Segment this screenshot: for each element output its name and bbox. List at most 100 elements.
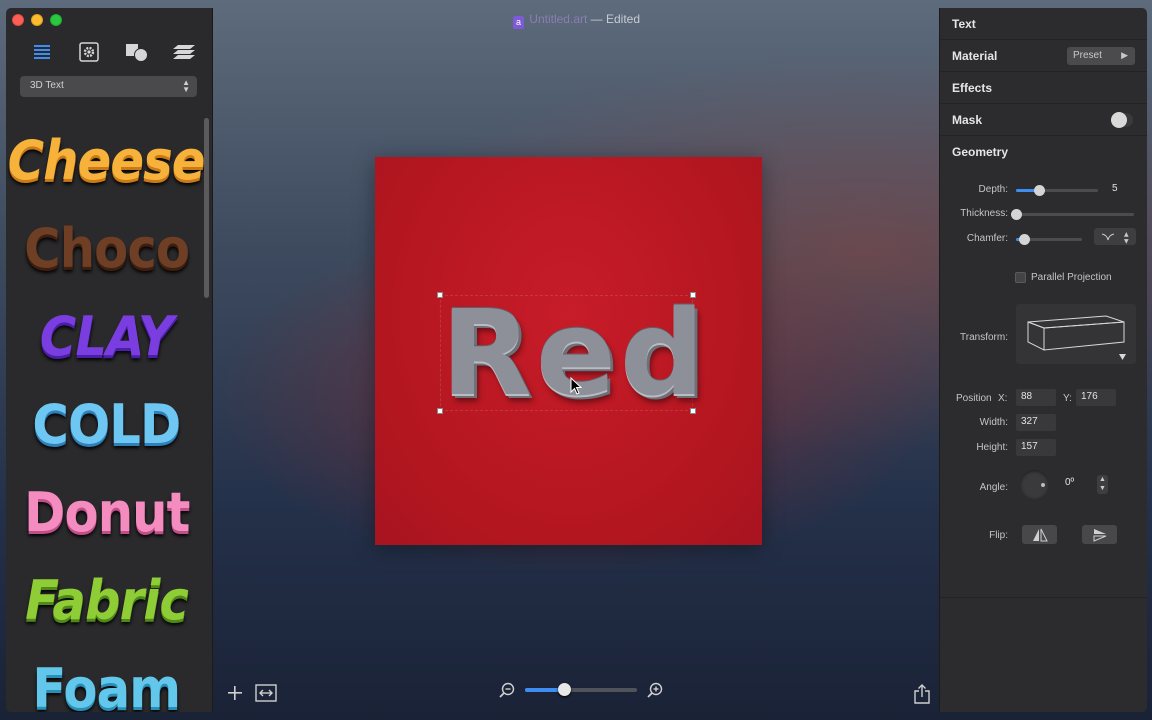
position-x-field[interactable]: 88 [1016,389,1056,406]
svg-text:▼: ▼ [1124,238,1129,245]
style-item-choco[interactable]: Choco [14,204,199,292]
list-icon [34,45,50,59]
flip-vertical-icon [1093,528,1106,542]
mouse-pointer-icon [570,377,582,395]
chamfer-slider-knob[interactable] [1018,234,1030,245]
section-text[interactable]: Text [940,8,1147,40]
window-controls [12,14,62,26]
flip-horizontal-button[interactable] [1022,525,1057,544]
x-label: X: [998,393,1008,404]
flip-label: Flip: [989,530,1008,541]
style-label: COLD [32,392,182,456]
close-window-button[interactable] [12,14,24,26]
section-material-label: Material [952,49,998,63]
depth-value: 5 [1112,183,1118,194]
zoom-out-icon[interactable] [499,682,515,698]
zoom-slider[interactable] [525,683,637,696]
section-geometry[interactable]: Geometry [940,136,1147,168]
angle-label: Angle: [979,482,1008,493]
resize-handle-top-left[interactable] [437,292,443,298]
section-mask[interactable]: Mask [940,104,1147,136]
height-field[interactable]: 157 [1016,439,1056,456]
zoom-slider-knob[interactable] [558,683,572,696]
zoom-control [499,682,663,698]
list-view-button[interactable] [28,40,56,64]
depth-label: Depth: [978,184,1008,195]
flip-vertical-button[interactable] [1082,525,1117,544]
style-label: Fabric [25,568,189,632]
shapes-icon [125,44,148,62]
y-label: Y: [1063,393,1072,404]
angle-field[interactable]: 0º [1060,475,1096,492]
toggle-knob [1111,112,1127,128]
style-label: CLAY [39,304,174,368]
position-label: Position [956,393,992,404]
canvas-bottom-tools [227,684,277,702]
preset-button-label: Preset [1073,50,1102,61]
style-category-value: 3D Text [30,80,64,91]
add-icon[interactable] [227,685,243,701]
preset-button[interactable]: Preset ▶ [1067,47,1135,65]
thickness-slider-knob[interactable] [1011,209,1022,220]
section-mask-label: Mask [952,113,983,127]
section-material[interactable]: Material Preset ▶ [940,40,1147,72]
3d-box-icon [1027,315,1126,360]
text-object[interactable]: Red [437,284,704,422]
style-item-donut[interactable]: Donut [14,468,199,556]
inspector-panel: Text Material Preset ▶ Effects Mask Geom… [939,8,1147,712]
style-category-select[interactable]: 3D Text ▲ ▼ [20,76,197,97]
app-window: a Untitled.art — Edited 3D Text ▲ ▼ Chee… [6,8,1147,712]
resize-handle-bottom-right[interactable] [690,408,696,414]
style-item-cold[interactable]: COLD [14,380,199,468]
style-item-clay[interactable]: CLAY [14,292,199,380]
sidebar-toolbar [28,40,198,64]
parallel-projection-label: Parallel Projection [1031,272,1112,283]
thickness-slider[interactable] [1011,209,1134,220]
chamfer-profile-select[interactable]: ▲ ▼ [1094,228,1136,245]
zoom-in-icon[interactable] [647,682,663,698]
updown-arrows-icon: ▲ ▼ [182,78,190,94]
section-effects[interactable]: Effects [940,72,1147,104]
flip-horizontal-icon [1032,528,1048,541]
layers-icon [172,45,195,59]
sidebar-scrollbar[interactable] [204,118,209,298]
style-item-fabric[interactable]: Fabric [14,556,199,644]
angle-dial-indicator [1041,483,1045,487]
style-label: Donut [23,480,190,544]
canvas-area: Red [213,8,939,712]
share-icon[interactable] [913,684,931,704]
angle-stepper[interactable]: ▲ ▼ [1097,475,1108,494]
geometry-panel: Depth: 5 Thickness: Chamfer: ▲ ▼ Paralle… [940,168,1147,598]
resize-handle-bottom-left[interactable] [437,408,443,414]
transform-preview[interactable] [1016,304,1136,364]
gear-icon [79,42,100,62]
parallel-projection-checkbox[interactable] [1015,272,1026,283]
depth-slider[interactable] [1016,185,1098,196]
text-object-content: Red [441,284,709,422]
angle-dial[interactable] [1020,470,1049,499]
style-item-cheese[interactable]: Cheese [8,116,206,204]
chamfer-label: Chamfer: [966,233,1008,244]
position-y-field[interactable]: 176 [1076,389,1116,406]
width-field[interactable]: 327 [1016,414,1056,431]
layers-button[interactable] [170,40,198,64]
style-item-foam[interactable]: Foam [14,644,199,713]
shapes-button[interactable] [123,40,151,64]
height-label: Height: [976,442,1008,453]
depth-slider-knob[interactable] [1033,185,1045,196]
styles-sidebar: 3D Text ▲ ▼ Cheese Choco CLAY COLD Donut … [6,8,213,712]
resize-handle-top-right[interactable] [690,292,696,298]
artboard[interactable]: Red [375,157,762,545]
transform-label: Transform: [960,332,1008,343]
chamfer-slider[interactable] [1016,234,1082,245]
settings-button[interactable] [75,40,103,64]
minimize-window-button[interactable] [31,14,43,26]
svg-text:▲: ▲ [1124,231,1129,238]
chamfer-profile-icon: ▲ ▼ [1101,231,1129,245]
play-triangle-icon: ▶ [1121,50,1128,60]
zoom-window-button[interactable] [50,14,62,26]
fit-canvas-icon[interactable] [255,684,277,702]
mask-toggle[interactable] [1111,112,1133,128]
text-style-list: Cheese Choco CLAY COLD Donut Fabric Foam [8,116,206,713]
style-label: Cheese [8,128,206,192]
